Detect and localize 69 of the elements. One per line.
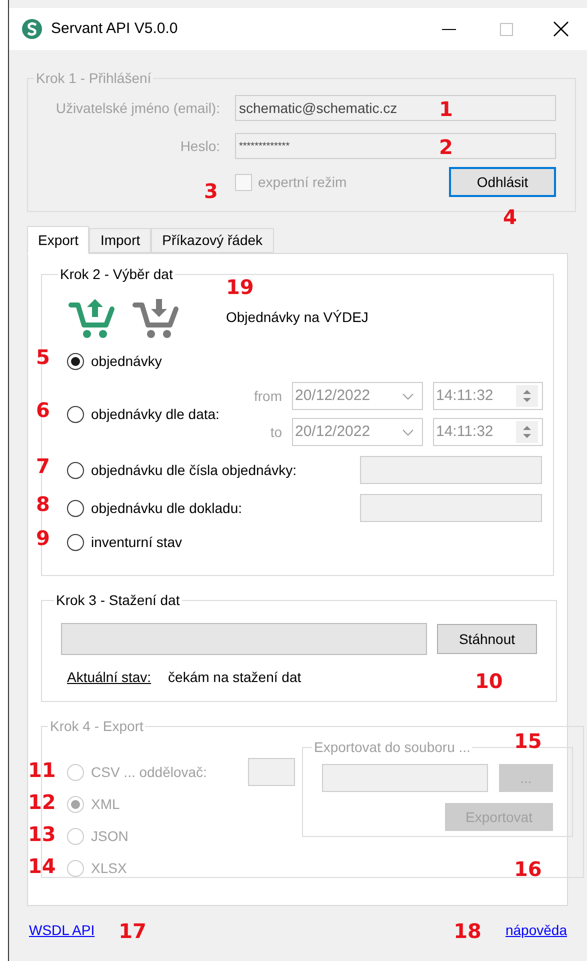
chevron-down-icon — [402, 392, 414, 400]
spinner-icon[interactable] — [516, 421, 538, 443]
field-value: ************* — [239, 140, 290, 154]
group-legend: Krok 4 - Export — [48, 716, 146, 737]
link[interactable]: nápověda — [505, 920, 567, 941]
minimize-icon[interactable] — [442, 28, 456, 30]
annotation-number: 5 — [36, 347, 50, 367]
annotation-number: 15 — [514, 731, 542, 751]
tab[interactable]: Příkazový řádek — [151, 228, 274, 253]
annotation-number: 19 — [226, 276, 254, 296]
option-label: inventurní stav — [91, 533, 182, 552]
range-label: to — [269, 422, 282, 442]
format-label: XLSX — [91, 858, 127, 878]
format-label: CSV ... oddělovač: — [91, 762, 207, 782]
window-title: Servant API V5.0.0 — [51, 18, 178, 39]
annotation-number: 11 — [28, 760, 56, 780]
time-value: 14:11:32 — [436, 386, 494, 406]
input-field[interactable] — [360, 494, 542, 522]
radio-button[interactable] — [67, 462, 84, 478]
annotation-number: 13 — [28, 824, 56, 844]
annotation-number: 14 — [28, 856, 56, 876]
app-logo-icon — [21, 18, 43, 40]
annotation-number: 9 — [36, 528, 50, 548]
input-field[interactable] — [360, 456, 542, 484]
option-label: objednávky — [91, 352, 162, 371]
annotation-number: 12 — [28, 792, 56, 812]
group-legend: Krok 1 - Přihlášení — [34, 68, 154, 89]
date-value: 20/12/2022 — [295, 386, 370, 406]
download-button[interactable]: Stáhnout — [437, 624, 537, 654]
annotation-number: 6 — [36, 400, 50, 420]
annotation-number: 17 — [118, 920, 146, 940]
field-label: Uživatelské jméno (email): — [54, 98, 220, 118]
format-label: XML — [91, 794, 120, 814]
annotation-number: 18 — [454, 920, 482, 940]
close-icon[interactable] — [553, 21, 569, 37]
annotation-number: 7 — [36, 456, 50, 476]
status-value: čekám na stažení dat — [168, 668, 302, 687]
annotation-number: 2 — [439, 137, 453, 157]
tab[interactable]: Import — [89, 228, 152, 253]
spinner-icon[interactable] — [516, 385, 538, 407]
group-legend: Krok 2 - Výběr dat — [58, 264, 175, 285]
field-label: Heslo: — [179, 136, 220, 156]
radio-button[interactable] — [67, 534, 84, 551]
status-label: Aktuální stav: — [67, 668, 152, 687]
option-label: objednávku dle čísla objednávky: — [91, 460, 296, 480]
direction-label: Objednávky na VÝDEJ — [226, 308, 368, 324]
annotation-number: 4 — [503, 207, 517, 227]
annotation-number: 10 — [475, 671, 503, 691]
chevron-down-icon — [402, 428, 414, 436]
range-label: from — [253, 386, 282, 406]
link[interactable]: WSDL API — [29, 920, 95, 941]
radio-button[interactable] — [67, 353, 84, 370]
group-legend: Krok 3 - Stažení dat — [54, 590, 182, 611]
time-value: 14:11:32 — [436, 422, 494, 442]
annotation-number: 8 — [36, 494, 50, 514]
tab[interactable]: Export — [27, 226, 90, 254]
group-legend: Exportovat do souboru ... — [312, 737, 472, 758]
date-value: 20/12/2022 — [295, 422, 370, 442]
annotation-number: 3 — [204, 181, 218, 201]
maximize-icon[interactable] — [500, 22, 513, 36]
option-label: objednávky dle data: — [91, 404, 220, 424]
radio-button[interactable] — [67, 406, 84, 422]
annotation-number: 16 — [514, 859, 542, 879]
option-label: objednávku dle dokladu: — [91, 498, 242, 518]
annotation-number: 1 — [439, 99, 453, 119]
field-value: schematic@schematic.cz — [239, 98, 398, 118]
format-label: JSON — [91, 826, 128, 846]
radio-button[interactable] — [67, 500, 84, 516]
checkbox-label: expertní režim — [258, 172, 347, 192]
